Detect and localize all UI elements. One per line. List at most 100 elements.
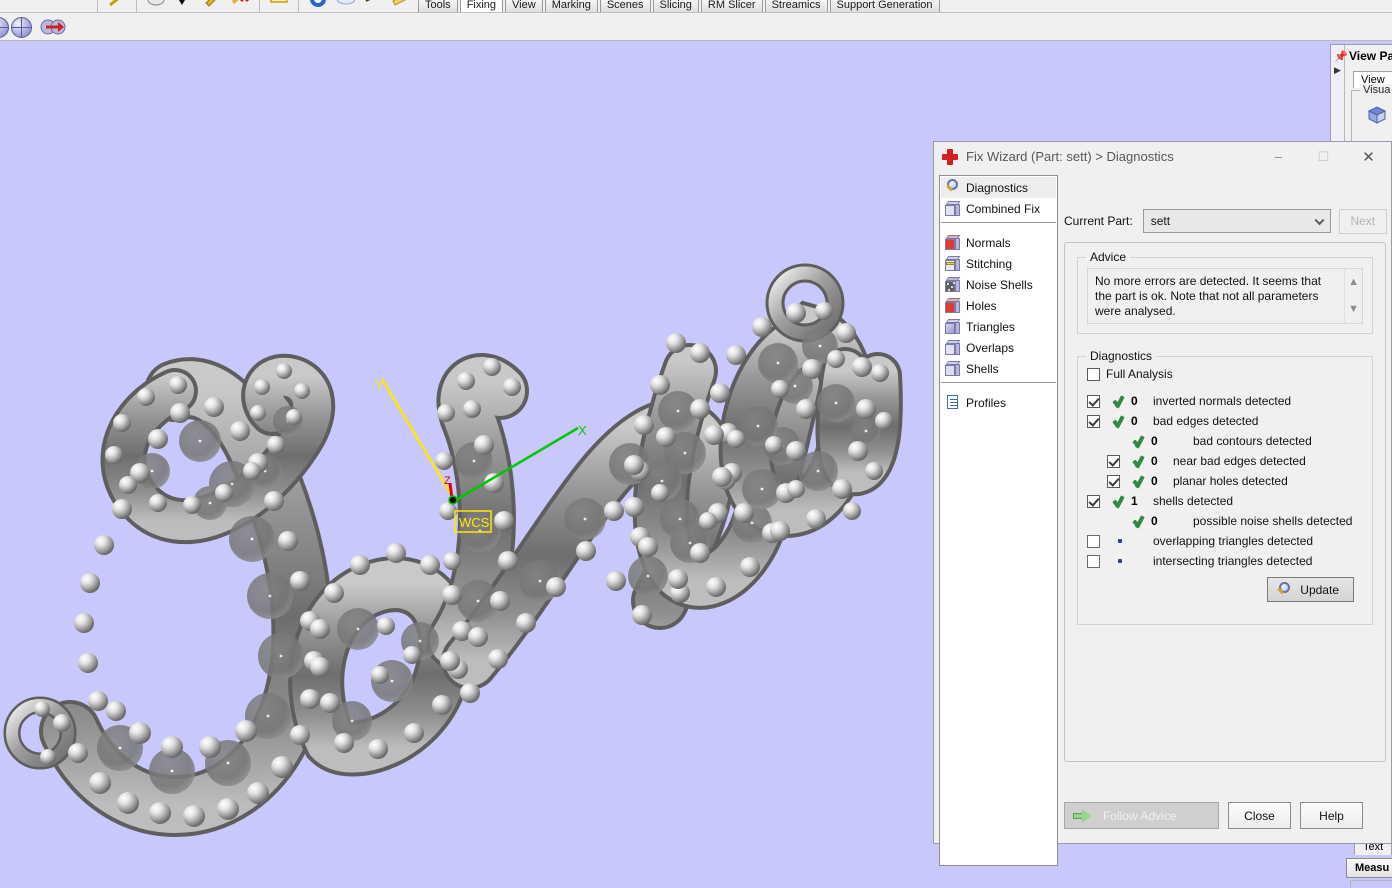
update-button[interactable]: Update [1267,577,1354,602]
close-button[interactable]: Close [1228,802,1291,829]
sidebar-item-label: Diagnostics [966,180,1029,195]
sidebar-item-stitching[interactable]: Stitching [941,253,1056,274]
advice-text: No more errors are detected. It seems th… [1095,274,1322,318]
sidebar-item-noise-shells[interactable]: Noise Shells [941,274,1056,295]
next-button[interactable]: Next [1338,208,1387,234]
diagnostic-row[interactable]: intersecting triangles detected [1087,551,1363,571]
dialog-title-bar[interactable]: Fix Wizard (Part: sett) > Diagnostics – … [934,142,1391,171]
full-analysis-row[interactable]: Full Analysis [1087,367,1363,381]
row-checkbox[interactable] [1107,474,1120,488]
diagnostic-row[interactable]: 0 bad edges detected [1087,411,1363,431]
delete-icon[interactable] [229,0,251,12]
row-checkbox[interactable] [1087,534,1100,548]
sidebar-item-holes[interactable]: Holes [941,295,1056,316]
green-arrow-icon [1073,808,1093,823]
diagnostic-row[interactable]: 0 possible noise shells detected [1087,511,1363,531]
tab-label: Marking [551,0,591,11]
advice-scrollbar[interactable]: ▲ ▼ [1344,269,1362,323]
merge-spheres-arrow-icon[interactable] [40,19,66,36]
expand-arrow-icon[interactable]: ▶ [1334,65,1341,76]
dropdown-caret-icon[interactable] [173,0,195,12]
tab-streamics[interactable]: Streamics [764,0,828,12]
diagnostic-row[interactable]: 1 shells detected [1087,491,1363,511]
diagnostics-group-label: Diagnostics [1086,349,1157,363]
tab-scenes[interactable]: Scenes [599,0,651,12]
tab-support-generation[interactable]: Support Generation [829,0,940,12]
advice-textbox[interactable]: No more errors are detected. It seems th… [1087,268,1363,324]
folder-icon[interactable] [268,0,290,12]
cube-preview-icon[interactable] [1366,105,1388,125]
light-sphere-icon[interactable] [335,0,357,12]
update-button-row: Update [1087,571,1363,612]
sidebar-item-diagnostics[interactable]: Diagnostics [941,177,1056,198]
pencil-icon[interactable] [201,0,223,12]
sidebar-divider [941,222,1056,223]
close-icon[interactable]: ✕ [1346,142,1391,171]
follow-advice-button[interactable]: Follow Advice [1064,802,1219,829]
sidebar-item-label: Normals [966,235,1011,250]
dock-frame [1350,880,1392,888]
tab-view[interactable]: View [505,0,543,12]
row-label: planar holes detected [1173,474,1288,488]
follow-advice-label: Follow Advice [1103,808,1177,823]
row-label: near bad edges detected [1173,454,1306,468]
full-analysis-label: Full Analysis [1106,367,1173,381]
diagnostic-row[interactable]: 0 near bad edges detected [1087,451,1363,471]
document-icon [944,394,961,411]
current-part-dropdown[interactable]: sett [1142,209,1331,233]
tab-fixing[interactable]: Fixing [459,0,504,12]
scroll-down-icon[interactable]: ▼ [1348,303,1359,315]
sidebar-item-combined-fix[interactable]: Combined Fix [941,198,1056,219]
help-button[interactable]: Help [1300,802,1363,829]
tab-rm-slicer[interactable]: RM Slicer [700,0,763,12]
pin-icon[interactable]: 📌 [1334,50,1348,63]
dialog-content-area: Current Part: sett Next Advice No more e… [1064,175,1387,845]
maximize-button[interactable]: ☐ [1301,142,1346,171]
diagnostic-row[interactable]: 0 planar holes detected [1087,471,1363,491]
diagnostic-row[interactable]: 0 inverted normals detected [1087,391,1363,411]
sidebar-item-label: Triangles [966,319,1015,334]
sidebar-item-profiles[interactable]: Profiles [941,392,1056,413]
blue-dot-icon [1118,559,1122,563]
green-tick-icon [1113,415,1128,428]
current-part-row: Current Part: sett Next [1064,208,1387,234]
row-checkbox[interactable] [1087,494,1100,508]
cube-red-face-icon [944,234,961,251]
scroll-up-icon[interactable]: ▲ [1348,276,1359,288]
row-checkbox[interactable] [1087,394,1100,408]
sidebar-item-overlaps[interactable]: Overlaps [941,337,1056,358]
row-label: inverted normals detected [1153,394,1292,408]
back-arrow-icon[interactable] [106,0,128,12]
tab-label: Support Generation [836,0,933,11]
toolbar-icon-group [92,0,416,12]
cube-noise-icon [944,276,961,293]
measure-button[interactable]: Measu [1346,858,1392,878]
dialog-sidebar-nav[interactable]: Diagnostics Combined Fix Normals Stitchi… [939,175,1058,866]
wrench-icon[interactable] [145,0,167,12]
row-checkbox[interactable] [1087,554,1100,568]
sidebar-item-normals[interactable]: Normals [941,232,1056,253]
dock-panel-title: View Pa [1349,49,1392,63]
cube-hole-icon [944,297,961,314]
row-checkbox[interactable] [1087,414,1100,428]
sidebar-item-shells[interactable]: Shells [941,358,1056,379]
tab-tools[interactable]: Tools [418,0,458,12]
globe-icon[interactable] [11,17,32,38]
fix-wizard-dialog[interactable]: Fix Wizard (Part: sett) > Diagnostics – … [933,141,1392,866]
ruler-icon[interactable] [391,0,413,12]
globe-icon-partial[interactable] [0,17,9,38]
tab-marking[interactable]: Marking [544,0,598,12]
tab-slicing[interactable]: Slicing [652,0,699,12]
minimize-button[interactable]: – [1256,142,1301,171]
ribbon-tab-strip: Tools Fixing View Marking Scenes Slicing… [418,0,942,12]
full-analysis-checkbox[interactable] [1087,367,1100,381]
current-part-value: sett [1150,214,1171,228]
diagnostic-row[interactable]: 0 bad contours detected [1087,431,1363,451]
cube-shells-icon [944,360,961,377]
row-checkbox[interactable] [1107,454,1120,468]
diagnostic-row[interactable]: overlapping triangles detected [1087,531,1363,551]
sidebar-item-triangles[interactable]: Triangles [941,316,1056,337]
measure-icon[interactable] [363,0,385,12]
row-count: 0 [1151,514,1158,528]
blue-sphere-icon[interactable] [307,0,329,12]
